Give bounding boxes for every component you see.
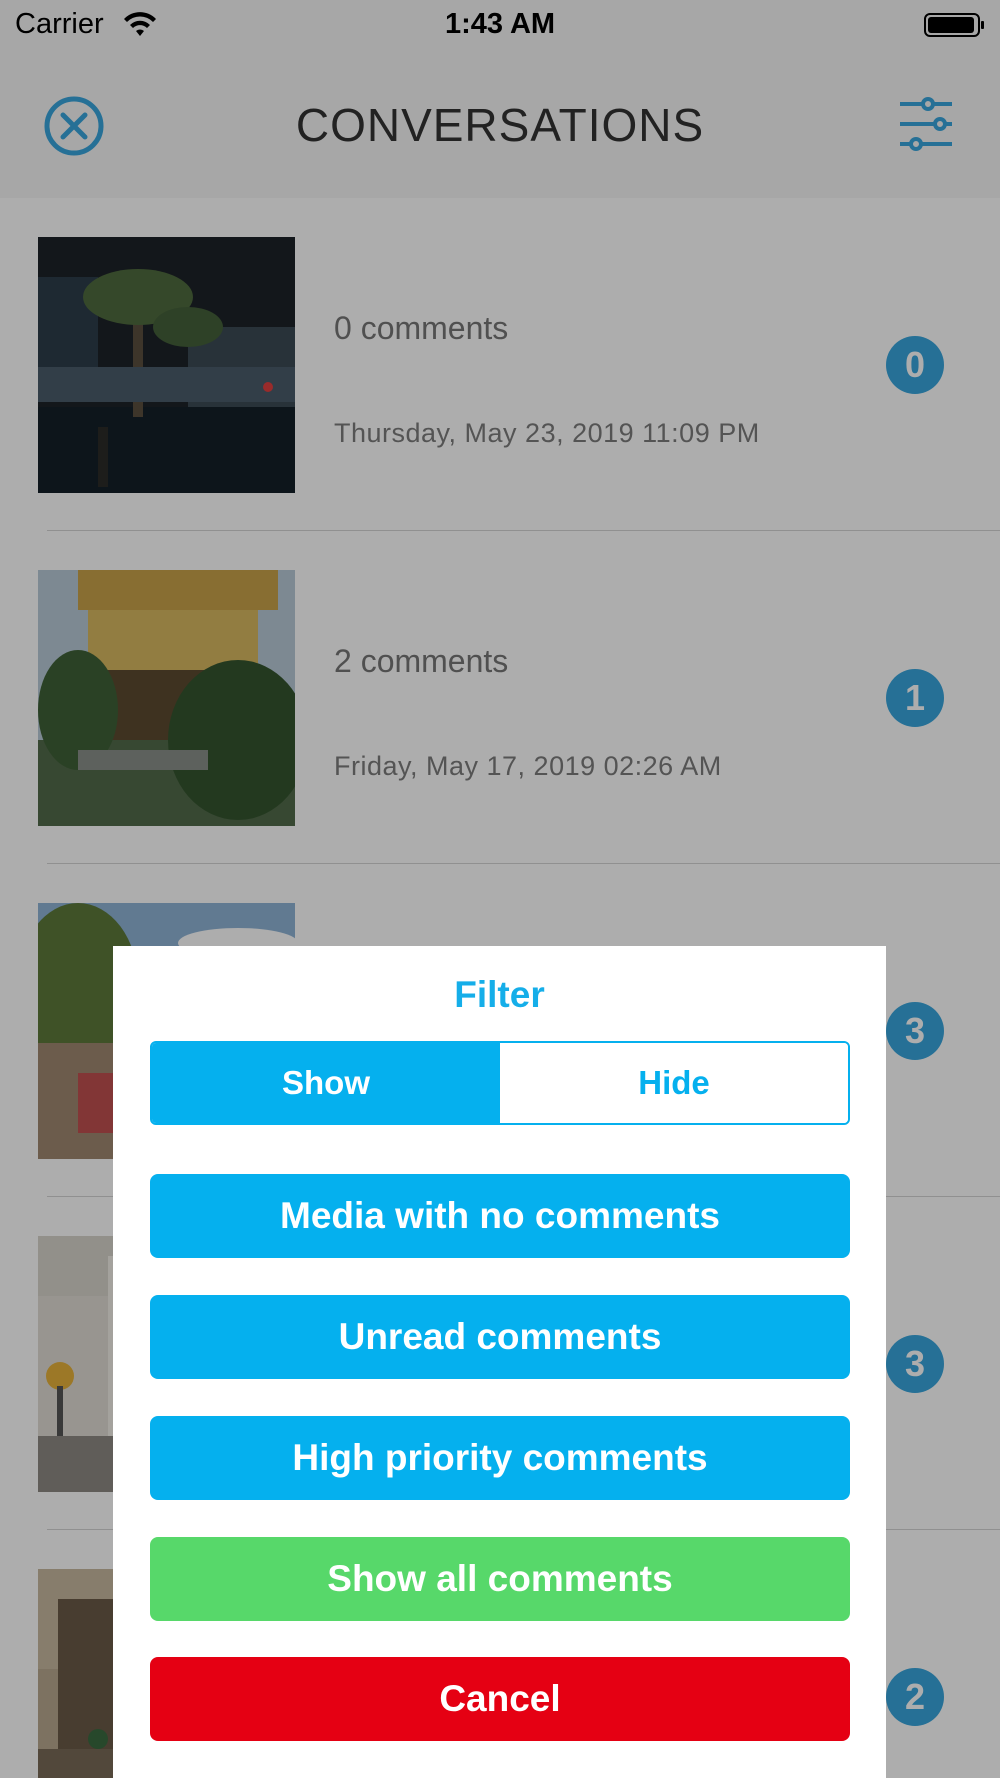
filter-title: Filter: [454, 974, 545, 1015]
show-hide-segmented-control: Show Hide: [150, 1041, 850, 1125]
unread-comments-button[interactable]: Unread comments: [150, 1295, 850, 1379]
segment-show[interactable]: Show: [152, 1043, 500, 1123]
high-priority-comments-button[interactable]: High priority comments: [150, 1416, 850, 1500]
segment-hide[interactable]: Hide: [500, 1043, 848, 1123]
filter-sheet: Filter Show Hide Media with no comments …: [113, 946, 886, 1778]
cancel-button[interactable]: Cancel: [150, 1657, 850, 1741]
media-no-comments-button[interactable]: Media with no comments: [150, 1174, 850, 1258]
show-all-comments-button[interactable]: Show all comments: [150, 1537, 850, 1621]
